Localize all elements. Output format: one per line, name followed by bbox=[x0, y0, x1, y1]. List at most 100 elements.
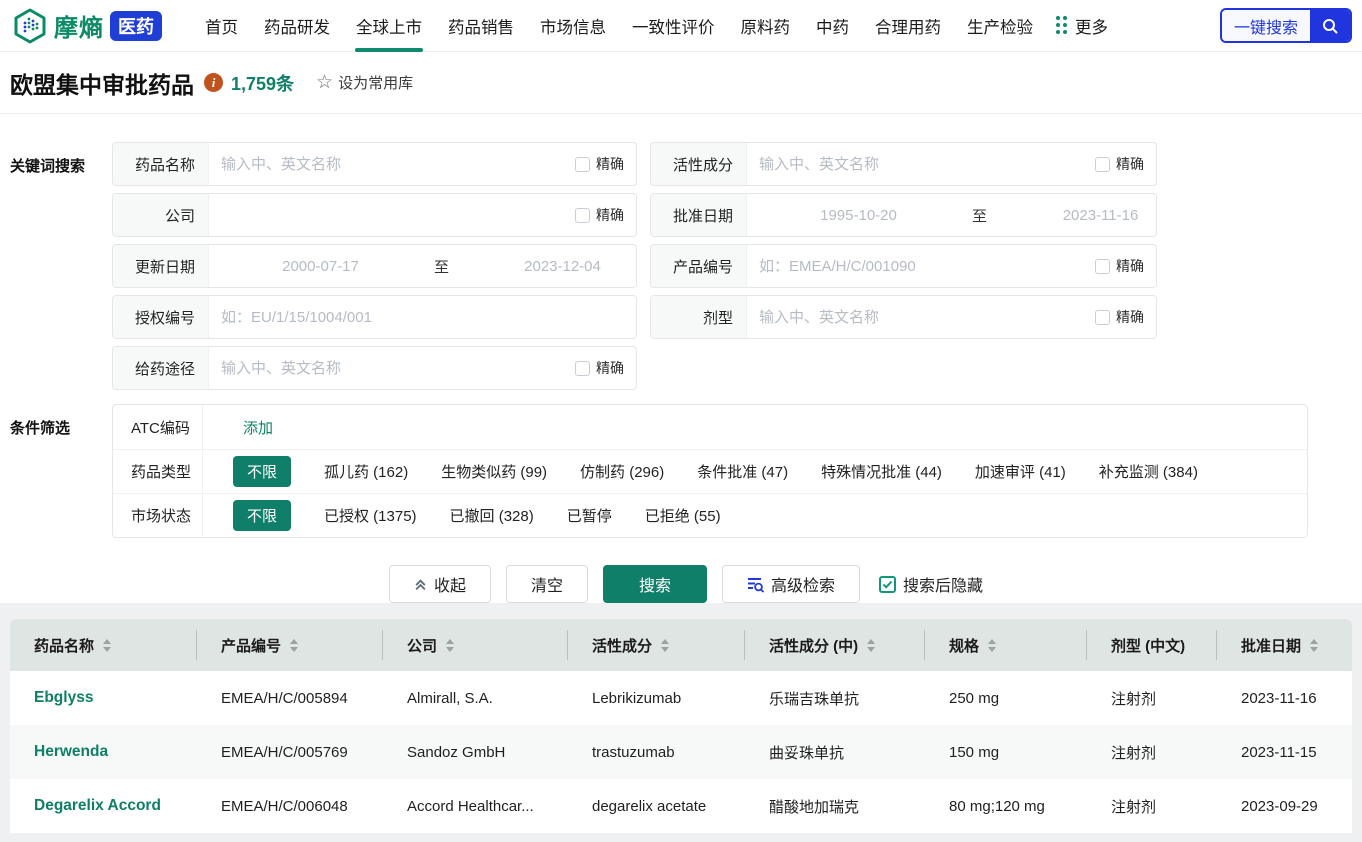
filter-option[interactable]: 已授权 (1375) bbox=[324, 505, 417, 526]
date-to-label: 至 bbox=[966, 205, 993, 226]
sort-icon[interactable] bbox=[446, 639, 454, 652]
set-favorite-label: 设为常用库 bbox=[338, 72, 413, 93]
filter-option[interactable]: 不限 bbox=[233, 500, 291, 531]
drug-type-label: 药品类型 bbox=[113, 450, 203, 493]
table-row[interactable]: HerwendaEMEA/H/C/005769Sandoz GmbHtrastu… bbox=[10, 725, 1352, 779]
sort-icon[interactable] bbox=[103, 639, 111, 652]
field-admin-route-label: 给药途径 bbox=[113, 347, 209, 389]
column-header-1[interactable]: 产品编号 bbox=[197, 619, 383, 671]
field-auth-number: 授权编号 bbox=[112, 295, 637, 339]
search-button[interactable]: 搜索 bbox=[603, 565, 707, 603]
nav-item-1[interactable]: 药品研发 bbox=[251, 0, 343, 52]
nav-item-5[interactable]: 一致性评价 bbox=[619, 0, 728, 52]
field-product-number-label: 产品编号 bbox=[651, 245, 747, 287]
active-ingredient-exact-checkbox[interactable]: 精确 bbox=[1095, 154, 1144, 174]
filter-option[interactable]: 补充监测 (384) bbox=[1099, 461, 1198, 482]
active-ingredient-input[interactable] bbox=[759, 156, 1087, 173]
cell-company: Accord Healthcar... bbox=[383, 798, 568, 815]
column-header-6: 剂型 (中文) bbox=[1087, 619, 1217, 671]
product-number-input[interactable] bbox=[759, 258, 1087, 275]
column-header-4[interactable]: 活性成分 (中) bbox=[745, 619, 925, 671]
admin-route-exact-checkbox[interactable]: 精确 bbox=[575, 358, 624, 378]
atc-add-button[interactable]: 添加 bbox=[243, 417, 273, 438]
sort-icon[interactable] bbox=[867, 639, 875, 652]
table-row[interactable]: EbglyssEMEA/H/C/005894Almirall, S.A.Lebr… bbox=[10, 671, 1352, 725]
field-drug-name-label: 药品名称 bbox=[113, 143, 209, 185]
admin-route-input[interactable] bbox=[221, 360, 567, 377]
field-admin-route: 给药途径 精确 bbox=[112, 346, 637, 390]
approval-date-from-input[interactable] bbox=[759, 207, 958, 224]
table-body: EbglyssEMEA/H/C/005894Almirall, S.A.Lebr… bbox=[10, 671, 1352, 833]
field-update-date: 更新日期 至 bbox=[112, 244, 637, 288]
info-icon[interactable]: i bbox=[204, 73, 223, 92]
market-status-label: 市场状态 bbox=[113, 494, 203, 537]
nav-item-2[interactable]: 全球上市 bbox=[343, 0, 435, 52]
nav-item-6[interactable]: 原料药 bbox=[728, 0, 804, 52]
column-header-3[interactable]: 活性成分 bbox=[568, 619, 745, 671]
advanced-search-icon bbox=[747, 576, 764, 593]
star-icon: ☆ bbox=[316, 73, 333, 92]
hide-after-search-checkbox[interactable]: 搜索后隐藏 bbox=[879, 572, 983, 596]
company-exact-checkbox[interactable]: 精确 bbox=[575, 205, 624, 225]
field-approval-date: 批准日期 至 bbox=[650, 193, 1157, 237]
set-favorite-button[interactable]: ☆ 设为常用库 bbox=[316, 72, 413, 93]
nav-items: 首页药品研发全球上市药品销售市场信息一致性评价原料药中药合理用药生产检验 bbox=[192, 0, 1046, 52]
field-company-label: 公司 bbox=[113, 194, 209, 236]
quick-search-button[interactable]: 一键搜索 bbox=[1220, 8, 1352, 43]
filter-option[interactable]: 条件批准 (47) bbox=[697, 461, 788, 482]
drug-name-link[interactable]: Ebglyss bbox=[10, 689, 197, 707]
filter-option[interactable]: 已暂停 bbox=[567, 505, 612, 526]
cell-active_ingredient_cn: 醋酸地加瑞克 bbox=[745, 796, 925, 817]
field-company: 公司 精确 bbox=[112, 193, 637, 237]
table-row[interactable]: Degarelix AccordEMEA/H/C/006048Accord He… bbox=[10, 779, 1352, 833]
drug-name-input[interactable] bbox=[221, 156, 567, 173]
sort-icon[interactable] bbox=[290, 639, 298, 652]
nav-item-0[interactable]: 首页 bbox=[192, 0, 251, 52]
update-date-from-input[interactable] bbox=[221, 258, 420, 275]
nav-item-3[interactable]: 药品销售 bbox=[435, 0, 527, 52]
drug-name-link[interactable]: Degarelix Accord bbox=[10, 797, 197, 815]
column-header-5[interactable]: 规格 bbox=[925, 619, 1087, 671]
filter-option[interactable]: 不限 bbox=[233, 456, 291, 487]
drug-name-link[interactable]: Herwenda bbox=[10, 743, 197, 761]
nav-item-4[interactable]: 市场信息 bbox=[527, 0, 619, 52]
clear-button[interactable]: 清空 bbox=[506, 565, 588, 603]
logo-hexagon-icon bbox=[12, 8, 48, 44]
nav-item-9[interactable]: 生产检验 bbox=[954, 0, 1046, 52]
filter-option[interactable]: 特殊情况批准 (44) bbox=[821, 461, 942, 482]
filter-option[interactable]: 仿制药 (296) bbox=[580, 461, 664, 482]
filter-option[interactable]: 生物类似药 (99) bbox=[441, 461, 547, 482]
condition-filter-box: ATC编码 添加 药品类型 不限孤儿药 (162)生物类似药 (99)仿制药 (… bbox=[112, 404, 1308, 538]
field-active-ingredient: 活性成分 精确 bbox=[650, 142, 1157, 186]
checkbox-icon bbox=[575, 208, 590, 223]
sort-icon[interactable] bbox=[988, 639, 996, 652]
company-input[interactable] bbox=[221, 207, 567, 224]
sort-icon[interactable] bbox=[661, 639, 669, 652]
column-header-7[interactable]: 批准日期 bbox=[1217, 619, 1352, 671]
auth-number-input[interactable] bbox=[221, 309, 624, 326]
logo[interactable]: 摩熵 医药 bbox=[12, 8, 162, 44]
approval-date-to-input[interactable] bbox=[1001, 207, 1157, 224]
column-header-2[interactable]: 公司 bbox=[383, 619, 568, 671]
nav-item-7[interactable]: 中药 bbox=[803, 0, 862, 52]
nav-more[interactable]: 更多 bbox=[1056, 14, 1108, 38]
condition-filter-section-label: 条件筛选 bbox=[10, 404, 112, 538]
filter-option[interactable]: 孤儿药 (162) bbox=[324, 461, 408, 482]
product-number-exact-checkbox[interactable]: 精确 bbox=[1095, 256, 1144, 276]
update-date-to-input[interactable] bbox=[463, 258, 637, 275]
filter-option[interactable]: 加速审评 (41) bbox=[975, 461, 1066, 482]
table-header-row: 药品名称产品编号公司活性成分活性成分 (中)规格剂型 (中文)批准日期 bbox=[10, 619, 1352, 671]
drug-name-exact-checkbox[interactable]: 精确 bbox=[575, 154, 624, 174]
filter-option[interactable]: 已拒绝 (55) bbox=[645, 505, 721, 526]
dosage-form-exact-checkbox[interactable]: 精确 bbox=[1095, 307, 1144, 327]
nav-item-8[interactable]: 合理用药 bbox=[862, 0, 954, 52]
field-dosage-form: 剂型 精确 bbox=[650, 295, 1157, 339]
column-header-0[interactable]: 药品名称 bbox=[10, 619, 197, 671]
sort-icon[interactable] bbox=[1310, 639, 1318, 652]
collapse-button[interactable]: 收起 bbox=[389, 565, 491, 603]
cell-product_number: EMEA/H/C/006048 bbox=[197, 798, 383, 815]
dosage-form-input[interactable] bbox=[759, 309, 1087, 326]
advanced-search-button[interactable]: 高级检索 bbox=[722, 565, 860, 603]
filter-option[interactable]: 已撤回 (328) bbox=[450, 505, 534, 526]
logo-text: 摩熵 bbox=[54, 8, 104, 43]
